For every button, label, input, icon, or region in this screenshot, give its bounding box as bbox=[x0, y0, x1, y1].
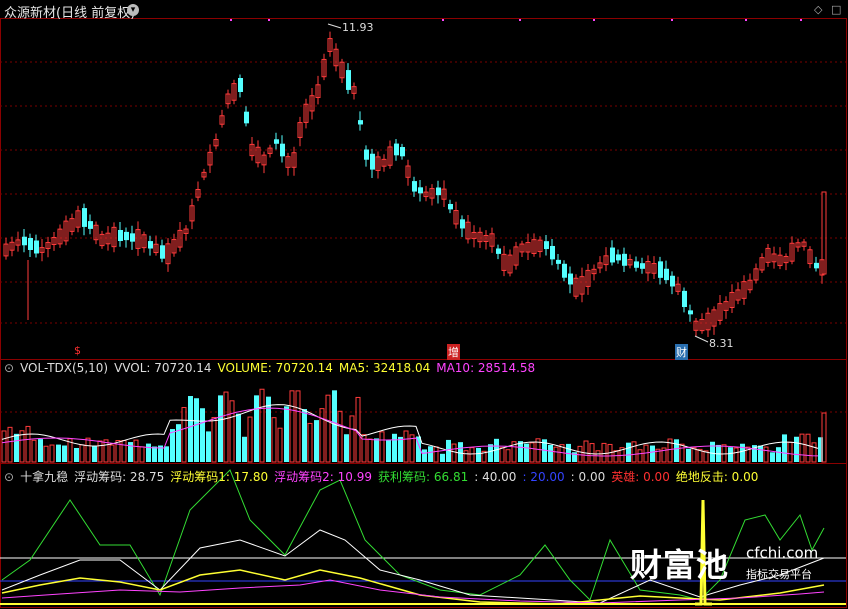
high-price-label: 11.93 bbox=[342, 21, 374, 34]
hero-value: 英雄: 0.00 bbox=[611, 470, 670, 484]
chart-canvas bbox=[0, 0, 848, 609]
watermark-title: 财富池 bbox=[630, 546, 730, 584]
volume-indicator-icon[interactable]: ⊙ bbox=[4, 361, 14, 375]
ma10-value: MA10: 28514.58 bbox=[436, 361, 536, 375]
comeback-value: 绝地反击: 0.00 bbox=[675, 470, 759, 484]
level-20: : 20.00 bbox=[522, 470, 565, 484]
signal-dollar: $ bbox=[74, 344, 81, 357]
ma5-value: MA5: 32418.04 bbox=[338, 361, 431, 375]
profit-chips: 获利筹码: 66.81 bbox=[378, 470, 469, 484]
low-price-label: 8.31 bbox=[709, 337, 734, 350]
vol-indicator-name[interactable]: VOL-TDX(5,10) bbox=[20, 361, 108, 375]
volume-value: VOLUME: 70720.14 bbox=[217, 361, 333, 375]
volume-header: ⊙ VOL-TDX(5,10) VVOL: 70720.14 VOLUME: 7072… bbox=[4, 361, 541, 375]
diamond-icon[interactable]: ◇ bbox=[814, 3, 822, 16]
signal-increase: 增 bbox=[447, 344, 460, 360]
signal-finance: 财 bbox=[675, 344, 688, 360]
watermark-subtitle: 指标交易平台 bbox=[746, 568, 812, 581]
indicator-header: ⊙ 十拿九稳 浮动筹码: 28.75 浮动筹码1: 17.80 浮动筹码2: 10.99… bbox=[4, 468, 764, 485]
float-chips: 浮动筹码: 28.75 bbox=[74, 470, 165, 484]
high-pointer bbox=[327, 23, 342, 29]
watermark-logo: 财富池 cfchi.com 指标交易平台 bbox=[630, 538, 844, 588]
vvol-value: VVOL: 70720.14 bbox=[114, 361, 212, 375]
float-chips-1: 浮动筹码1: 17.80 bbox=[170, 470, 269, 484]
level-0: : 0.00 bbox=[570, 470, 606, 484]
indicator-name[interactable]: 十拿九稳 bbox=[20, 470, 68, 484]
restore-icon[interactable]: □ bbox=[831, 3, 841, 16]
float-chips-2: 浮动筹码2: 10.99 bbox=[274, 470, 373, 484]
chart-options-button[interactable]: ▾ bbox=[127, 4, 139, 16]
level-40: : 40.00 bbox=[474, 470, 517, 484]
watermark-url: cfchi.com bbox=[746, 544, 819, 562]
window-title: 众源新材(日线 前复权) bbox=[4, 6, 136, 21]
indicator-icon[interactable]: ⊙ bbox=[4, 470, 14, 484]
low-pointer bbox=[694, 335, 709, 343]
